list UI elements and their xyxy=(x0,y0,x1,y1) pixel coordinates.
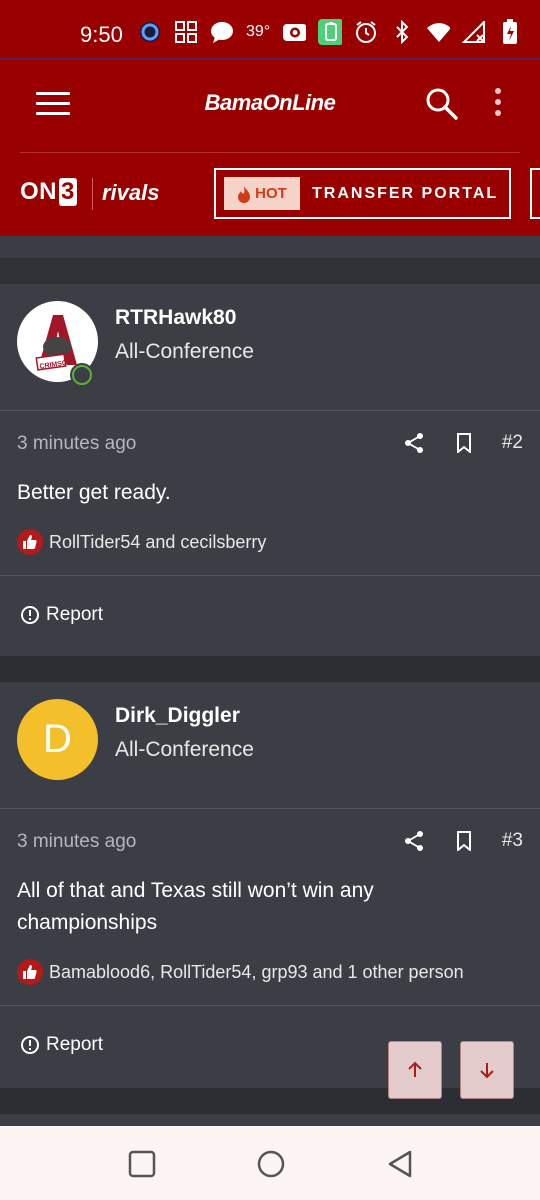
post-actions: #2 xyxy=(402,431,523,455)
chat-icon xyxy=(210,20,234,44)
flame-icon xyxy=(238,185,251,203)
post-timestamp[interactable]: 3 minutes ago xyxy=(17,433,136,455)
header-top-bar: BamaOnLine xyxy=(0,60,540,152)
alert-circle-icon xyxy=(21,1036,39,1054)
post-number[interactable]: #2 xyxy=(502,432,523,454)
site-header: BamaOnLine ON 3 rivals HOT TRANSFER PORTA… xyxy=(0,60,540,236)
rivals-logo[interactable]: rivals xyxy=(102,180,160,206)
camera-icon xyxy=(282,20,307,44)
post-body: 3 minutes ago #2 Better get ready. RollT… xyxy=(0,411,540,576)
post-timestamp[interactable]: 3 minutes ago xyxy=(17,831,136,853)
username[interactable]: RTRHawk80 xyxy=(115,306,236,330)
username[interactable]: Dirk_Diggler xyxy=(115,704,240,728)
next-nav-button[interactable] xyxy=(530,168,540,219)
scroll-up-button[interactable] xyxy=(388,1041,442,1099)
signal-icon xyxy=(462,20,486,44)
post-number[interactable]: #3 xyxy=(502,830,523,852)
reactions-text: RollTider54 and cecilsberry xyxy=(49,531,267,552)
transfer-portal-button[interactable]: HOT TRANSFER PORTAL xyxy=(214,168,511,219)
bookmark-icon[interactable] xyxy=(452,829,476,853)
like-icon xyxy=(17,529,43,555)
system-nav-bar xyxy=(0,1126,540,1200)
post-text: Better get ready. xyxy=(17,481,171,504)
status-icons: 39° xyxy=(138,19,522,45)
user-title: All-Conference xyxy=(115,738,254,761)
post-footer: Report xyxy=(0,1006,540,1086)
online-status-icon xyxy=(70,363,94,387)
ring-icon xyxy=(138,20,162,44)
report-button[interactable]: Report xyxy=(20,604,103,626)
brand-separator xyxy=(92,178,93,210)
hot-badge: HOT xyxy=(224,177,300,210)
user-title: All-Conference xyxy=(115,340,254,363)
post-user-header: D Dirk_Diggler All-Conference xyxy=(0,682,540,809)
reactions-text: Bamablood6, RollTider54, grp93 and 1 oth… xyxy=(49,961,464,982)
back-icon[interactable] xyxy=(386,1150,414,1178)
section-gap xyxy=(0,656,540,682)
avatar[interactable]: D xyxy=(17,699,98,780)
alert-circle-icon xyxy=(21,606,39,624)
apps-icon xyxy=(174,20,198,44)
post-user-header: CRIMSON RTRHawk80 All-Conference xyxy=(0,284,540,411)
post-card: CRIMSON RTRHawk80 All-Conference 3 minut… xyxy=(0,284,540,656)
report-button[interactable]: Report xyxy=(20,1034,103,1056)
post-body: 3 minutes ago #3 All of that and Texas s… xyxy=(0,809,540,1006)
next-post-edge xyxy=(0,1114,540,1126)
search-icon[interactable] xyxy=(424,86,460,122)
on3-logo[interactable]: ON 3 xyxy=(20,178,77,206)
bookmark-icon[interactable] xyxy=(452,431,476,455)
arrow-up-icon xyxy=(408,1061,422,1077)
more-options-icon[interactable] xyxy=(492,88,504,122)
wifi-icon xyxy=(426,20,451,44)
alarm-icon xyxy=(354,20,378,44)
scroll-down-button[interactable] xyxy=(460,1041,514,1099)
status-bar: 9:50 39° xyxy=(0,0,540,60)
like-icon xyxy=(17,959,43,985)
post-actions: #3 xyxy=(402,829,523,853)
arrow-down-icon xyxy=(480,1063,494,1079)
share-icon[interactable] xyxy=(402,431,426,455)
post-card: D Dirk_Diggler All-Conference 3 minutes … xyxy=(0,682,540,1088)
battery-saver-icon xyxy=(318,19,343,45)
section-gap xyxy=(0,1088,540,1114)
share-icon[interactable] xyxy=(402,829,426,853)
post-footer: Report xyxy=(0,576,540,656)
status-time: 9:50 xyxy=(80,22,123,47)
recents-icon[interactable] xyxy=(128,1150,156,1178)
post-text: All of that and Texas still won’t win an… xyxy=(17,879,374,934)
battery-icon xyxy=(498,19,522,44)
reactions-bar[interactable]: Bamablood6, RollTider54, grp93 and 1 oth… xyxy=(17,959,464,985)
brand-row: ON 3 rivals HOT TRANSFER PORTAL xyxy=(0,152,540,236)
transfer-portal-label: TRANSFER PORTAL xyxy=(312,184,499,202)
home-icon[interactable] xyxy=(257,1150,285,1178)
reactions-bar[interactable]: RollTider54 and cecilsberry xyxy=(17,529,266,555)
section-gap-stripe xyxy=(0,236,540,258)
bluetooth-icon xyxy=(390,20,414,44)
temperature-text: 39° xyxy=(246,23,271,40)
